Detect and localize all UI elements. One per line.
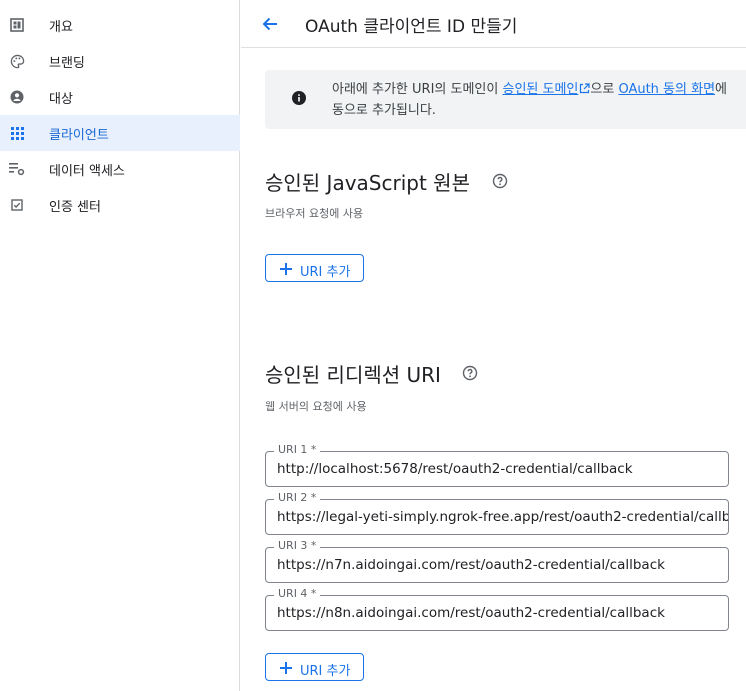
js-origins-subtitle: 브라우저 요청에 사용 xyxy=(265,207,364,220)
add-redirect-uri-button[interactable]: URI 추가 xyxy=(265,653,364,681)
field-value[interactable]: http://localhost:5678/rest/oauth2-creden… xyxy=(277,460,728,478)
main-content: OAuth 클라이언트 ID 만들기 아래에 추가한 URI의 도메인이 승인된… xyxy=(241,0,746,691)
sidebar-item-label: 인증 센터 xyxy=(49,199,101,215)
info-text: 아래에 추가한 URI의 도메인이 승인된 도메인 으로 OAuth 동의 화면에… xyxy=(332,79,727,121)
page-header: OAuth 클라이언트 ID 만들기 xyxy=(241,0,746,48)
js-origins-title: 승인된 JavaScript 원본 xyxy=(265,171,470,195)
info-text-part: 으로 xyxy=(590,82,619,97)
info-text-line-2: 동으로 추가됩니다. xyxy=(332,103,436,118)
field-value[interactable]: https://n7n.aidoingai.com/rest/oauth2-cr… xyxy=(277,556,728,574)
sidebar-item-data-access[interactable]: 데이터 액세스 xyxy=(0,151,240,187)
settings-list-icon xyxy=(9,161,25,177)
field-label: URI 3 * xyxy=(274,539,321,553)
redirect-uri-field-3[interactable]: URI 3 * https://n7n.aidoingai.com/rest/o… xyxy=(265,539,729,583)
sidebar-item-branding[interactable]: 브랜딩 xyxy=(0,43,240,79)
sidebar-item-verification-center[interactable]: 인증 센터 xyxy=(0,187,240,223)
sidebar-item-label: 개요 xyxy=(49,19,73,35)
info-banner: 아래에 추가한 URI의 도메인이 승인된 도메인 으로 OAuth 동의 화면에… xyxy=(265,70,746,129)
sidebar-item-label: 클라이언트 xyxy=(49,127,109,143)
page-title: OAuth 클라이언트 ID 만들기 xyxy=(305,17,518,37)
field-label: URI 1 * xyxy=(274,443,321,457)
plus-icon xyxy=(279,660,293,674)
oauth-consent-screen-link[interactable]: OAuth 동의 화면 xyxy=(618,82,715,97)
field-value[interactable]: https://legal-yeti-simply.ngrok-free.app… xyxy=(277,508,728,526)
dashboard-icon xyxy=(9,17,25,33)
person-icon xyxy=(9,89,25,105)
redirect-uris-subtitle: 웹 서버의 요청에 사용 xyxy=(265,400,367,413)
info-text-part: 아래에 추가한 URI의 도메인이 xyxy=(332,82,503,97)
grid-icon xyxy=(9,125,25,141)
checkbox-icon xyxy=(9,197,25,213)
info-text-part: 에 xyxy=(715,82,727,97)
sidebar-item-clients[interactable]: 클라이언트 xyxy=(0,115,240,151)
field-label: URI 2 * xyxy=(274,491,321,505)
help-icon[interactable] xyxy=(462,365,478,381)
sidebar-item-label: 대상 xyxy=(49,91,73,107)
redirect-uris-title: 승인된 리디렉션 URI xyxy=(265,363,441,387)
sidebar-item-overview[interactable]: 개요 xyxy=(0,7,240,43)
info-icon xyxy=(292,90,306,105)
field-label: URI 4 * xyxy=(274,587,321,601)
redirect-uri-field-1[interactable]: URI 1 * http://localhost:5678/rest/oauth… xyxy=(265,443,729,487)
sidebar: 개요 브랜딩 대상 클라이언트 데이터 액세스 인증 센터 xyxy=(0,0,240,691)
authorized-domains-link[interactable]: 승인된 도메인 xyxy=(502,82,578,97)
plus-icon xyxy=(279,261,293,275)
field-value[interactable]: https://n8n.aidoingai.com/rest/oauth2-cr… xyxy=(277,604,728,622)
redirect-uri-field-4[interactable]: URI 4 * https://n8n.aidoingai.com/rest/o… xyxy=(265,587,729,631)
sidebar-item-label: 브랜딩 xyxy=(49,55,85,71)
help-icon[interactable] xyxy=(492,173,508,189)
add-redirect-uri-label: URI 추가 xyxy=(300,664,351,679)
sidebar-item-label: 데이터 액세스 xyxy=(49,163,125,179)
palette-icon xyxy=(9,53,25,69)
add-js-origin-label: URI 추가 xyxy=(300,265,351,280)
external-link-icon xyxy=(579,80,590,94)
redirect-uri-field-2[interactable]: URI 2 * https://legal-yeti-simply.ngrok-… xyxy=(265,491,729,535)
sidebar-item-audience[interactable]: 대상 xyxy=(0,79,240,115)
back-arrow-icon[interactable] xyxy=(259,13,281,35)
add-js-origin-button[interactable]: URI 추가 xyxy=(265,254,364,282)
